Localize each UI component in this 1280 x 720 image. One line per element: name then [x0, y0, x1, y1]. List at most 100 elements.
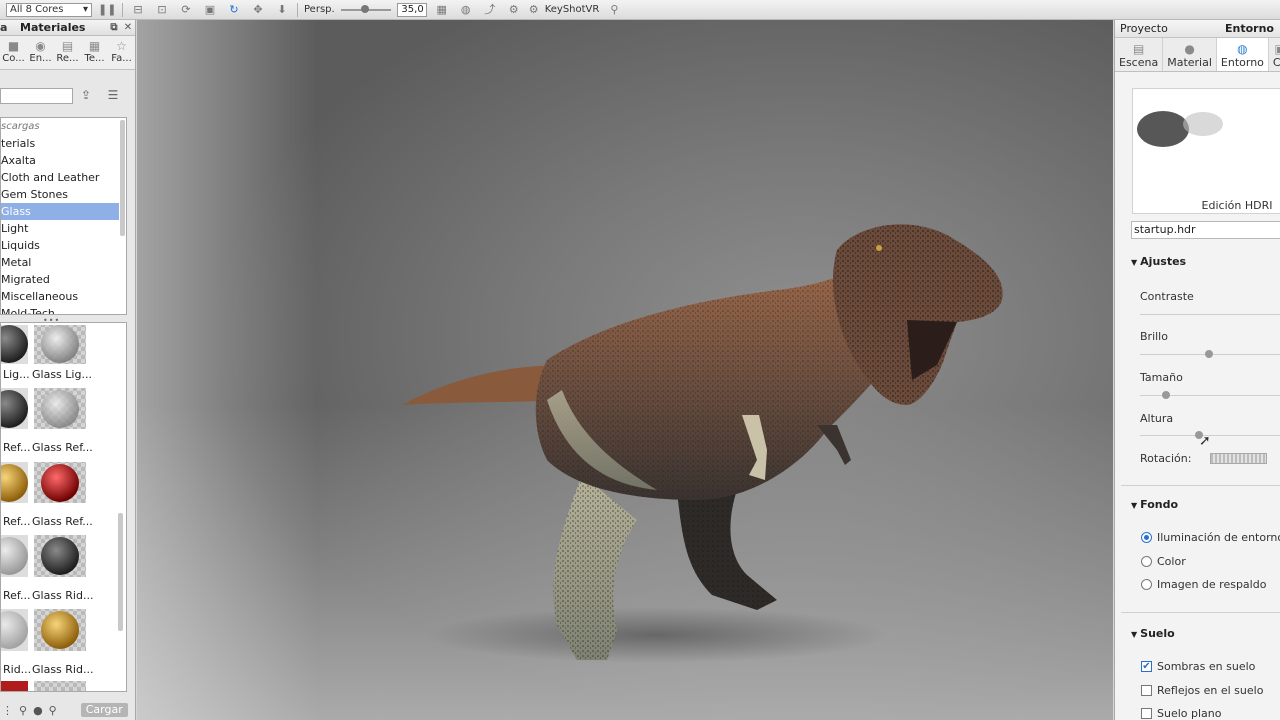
zoom-in-icon[interactable]: ⚲	[49, 704, 57, 717]
slider-knob[interactable]	[360, 4, 369, 13]
camera-icon: ▣	[1273, 42, 1280, 56]
tab-material[interactable]: ● Material	[1163, 38, 1217, 71]
rotate-icon[interactable]: ⟳	[177, 3, 195, 17]
pause-icon[interactable]: ❚❚	[98, 3, 116, 17]
dot-icon[interactable]: ●	[33, 704, 43, 717]
thumbnail-sphere[interactable]	[41, 390, 79, 428]
library-tabs: ■ Co... ◉ En... ▤ Re... ▦ Te... ☆ Fa...	[0, 36, 135, 70]
tab-label: Material	[1167, 56, 1212, 69]
tree-item[interactable]: terials	[1, 135, 126, 152]
refresh-icon[interactable]: ↻	[225, 3, 243, 17]
scene-icon: ▤	[1132, 42, 1145, 56]
star-icon: ☆	[116, 39, 127, 53]
tab-label: Escena	[1119, 56, 1159, 69]
radio-backplate[interactable]: Imagen de respaldo	[1141, 578, 1266, 591]
tree-item[interactable]: Cloth and Leather	[1, 169, 126, 186]
cores-select[interactable]: All 8 Cores ▾	[6, 2, 92, 17]
thumbnails-scrollbar[interactable]	[118, 513, 123, 631]
grid-icon[interactable]: ▦	[433, 3, 451, 17]
tab-renders[interactable]: ▤ Re...	[54, 36, 81, 69]
environment-header: Entorno	[1225, 22, 1274, 35]
tree-item[interactable]: Axalta	[1, 152, 126, 169]
tree-item[interactable]: Metal	[1, 254, 126, 271]
globe-icon[interactable]: ◍	[457, 3, 475, 17]
section-ajustes[interactable]: ▼ Ajustes	[1131, 255, 1186, 268]
thumbnail-sphere[interactable]	[41, 537, 79, 575]
brightness-knob[interactable]	[1205, 350, 1213, 358]
checkbox-ground-reflections[interactable]: Reflejos en el suelo	[1141, 684, 1263, 697]
thumbnail-sphere[interactable]	[41, 611, 79, 649]
load-button[interactable]: Cargar	[80, 703, 128, 717]
person-icon[interactable]: ⚲	[605, 3, 623, 17]
hdri-preview[interactable]: Edición HDRI	[1132, 88, 1280, 214]
project-label: Proyecto	[1120, 22, 1168, 35]
list-icon[interactable]: ☰	[105, 88, 121, 104]
tab-environment[interactable]: ◍ Entorno	[1216, 38, 1269, 71]
thumbnail-label: Ref...	[3, 441, 31, 454]
contrast-slider[interactable]	[1140, 314, 1280, 315]
tab-camera[interactable]: ▣Cá	[1269, 38, 1280, 71]
keyshotvr-icon[interactable]: ⚙	[529, 3, 539, 17]
tree-item[interactable]: Liquids	[1, 237, 126, 254]
radio-button[interactable]	[1141, 579, 1152, 590]
gear-icon[interactable]: ⚙	[505, 3, 523, 17]
lock-icon[interactable]: ▣	[201, 3, 219, 17]
checkbox[interactable]	[1141, 708, 1152, 719]
keyshotvr-label[interactable]: KeyShotVR	[545, 4, 600, 15]
tree-item[interactable]: Light	[1, 220, 126, 237]
thumbnail-label: Glass Lig...	[32, 368, 92, 381]
tab-textures[interactable]: ▦ Te...	[81, 36, 108, 69]
tab-environments[interactable]: ◉ En...	[27, 36, 54, 69]
render-viewport[interactable]	[137, 20, 1113, 720]
library-search-input[interactable]	[0, 88, 73, 104]
trex-model-render[interactable]	[137, 20, 1113, 720]
tree-scrollbar[interactable]	[120, 120, 125, 236]
perspective-label: Persp.	[304, 4, 335, 15]
perspective-slider[interactable]	[340, 4, 391, 13]
hdri-file-field[interactable]: startup.hdr	[1131, 221, 1280, 239]
tab-label: Re...	[56, 53, 79, 64]
tree-item[interactable]: scargas	[1, 118, 126, 135]
thumbnail-label: Glass Rid...	[32, 663, 94, 676]
tree-item[interactable]: Migrated	[1, 271, 126, 288]
close-icon[interactable]: ✕	[121, 22, 135, 33]
download-icon[interactable]: ⬇	[273, 3, 291, 17]
section-suelo[interactable]: ▼ Suelo	[1131, 627, 1175, 640]
undock-icon[interactable]: ⧉	[107, 22, 121, 33]
thumbnail-sphere[interactable]	[41, 325, 79, 363]
tree-item[interactable]: Gem Stones	[1, 186, 126, 203]
hdri-edit-caption[interactable]: Edición HDRI	[1133, 199, 1280, 212]
tree-item[interactable]: Miscellaneous	[1, 288, 126, 305]
tree-item-selected[interactable]: Glass	[1, 203, 119, 220]
thumbnail-sphere[interactable]	[41, 464, 79, 502]
contrast-label: Contraste	[1140, 290, 1194, 303]
tab-colors[interactable]: ■ Co...	[0, 36, 27, 69]
tree-item[interactable]: Mold-Tech	[1, 305, 126, 314]
radio-button[interactable]	[1141, 556, 1152, 567]
perspective-value[interactable]: 35,0	[396, 2, 427, 17]
zoom-out-icon[interactable]: ⚲	[19, 704, 27, 717]
thumbnail-label: Glass Ref...	[32, 441, 93, 454]
move-icon[interactable]: ✥	[249, 3, 267, 17]
size-knob[interactable]	[1162, 391, 1170, 399]
checkbox[interactable]	[1141, 685, 1152, 696]
library-panel: a Materiales ⧉ ✕ ■ Co... ◉ En... ▤ Re... ▦ T…	[0, 20, 136, 720]
checkbox-ground-shadows[interactable]: ✔ Sombras en suelo	[1141, 660, 1255, 673]
frame-icon[interactable]: ⊟	[129, 3, 147, 17]
dots-icon[interactable]: ⋮	[2, 704, 13, 717]
curve-icon[interactable]: ⤴	[481, 3, 499, 17]
tab-scene[interactable]: ▤ Escena	[1115, 38, 1164, 71]
checkbox-flat-ground[interactable]: Suelo plano	[1141, 707, 1222, 720]
radio-button[interactable]	[1141, 532, 1152, 543]
tab-favorites[interactable]: ☆ Fa...	[108, 36, 135, 69]
radio-environment-lighting[interactable]: Iluminación de entorno	[1141, 531, 1280, 544]
material-tree: scargas terials Axalta Cloth and Leather…	[0, 117, 127, 315]
rotation-control[interactable]	[1210, 453, 1267, 464]
checkbox[interactable]: ✔	[1141, 661, 1152, 672]
folder-up-icon[interactable]: ⇪	[78, 88, 94, 104]
fit-icon[interactable]: ⊡	[153, 3, 171, 17]
radio-color[interactable]: Color	[1141, 555, 1186, 568]
section-fondo[interactable]: ▼ Fondo	[1131, 498, 1178, 511]
size-slider[interactable]	[1140, 395, 1280, 396]
thumbnail-label: Rid...	[3, 663, 32, 676]
